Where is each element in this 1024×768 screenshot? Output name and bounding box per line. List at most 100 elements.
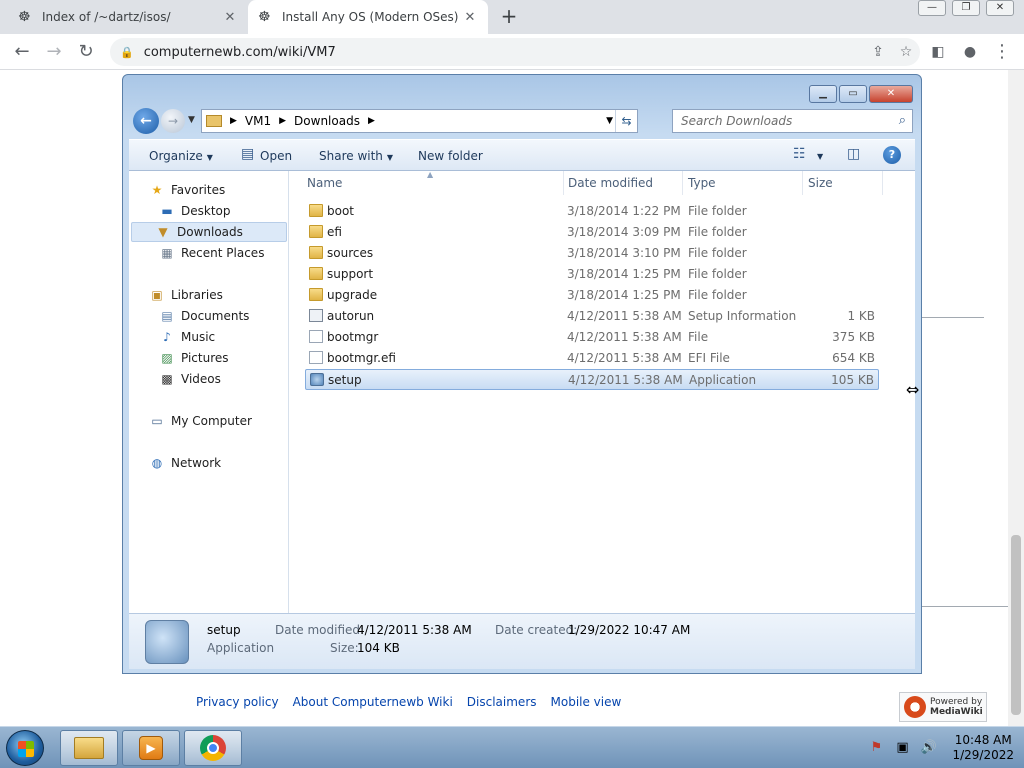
back-button[interactable]: ← bbox=[133, 108, 159, 134]
minimize-button[interactable]: — bbox=[918, 0, 946, 16]
profile-avatar-icon[interactable]: ● bbox=[958, 40, 982, 64]
close-tab-icon[interactable]: ✕ bbox=[222, 10, 238, 25]
reload-icon[interactable]: ↻ bbox=[74, 40, 98, 64]
tab-index-of-isos[interactable]: ☸ Index of /~dartz/isos/ ✕ bbox=[8, 0, 248, 34]
share-icon[interactable]: ⇪ bbox=[864, 44, 892, 60]
nav-videos[interactable]: ▩ Videos bbox=[155, 369, 221, 389]
column-separator[interactable] bbox=[682, 171, 683, 195]
breadcrumb-separator-icon[interactable]: ▶ bbox=[279, 116, 286, 126]
nav-pictures[interactable]: ▨ Pictures bbox=[155, 348, 228, 368]
side-panel-icon[interactable]: ◧ bbox=[926, 40, 950, 64]
bookmark-star-icon[interactable]: ☆ bbox=[892, 44, 920, 60]
file-date: 3/18/2014 3:10 PM bbox=[567, 246, 681, 260]
address-bar[interactable]: 🔒 computernewb.com/wiki/VM7 ⇪ ☆ bbox=[110, 38, 920, 66]
file-date: 3/18/2014 1:25 PM bbox=[567, 288, 681, 302]
breadcrumb-separator-icon[interactable]: ▶ bbox=[368, 116, 375, 126]
nav-documents[interactable]: ▤ Documents bbox=[155, 306, 249, 326]
nav-music[interactable]: ♪ Music bbox=[155, 327, 215, 347]
back-arrow-icon[interactable]: ← bbox=[10, 40, 34, 64]
file-row-autorun[interactable]: autorun 4/12/2011 5:38 AM Setup Informat… bbox=[305, 306, 879, 327]
taskbar: ▶ ⚑ ▣ 🔊 10:48 AM 1/29/2022 bbox=[0, 726, 1024, 768]
mobile-view-link[interactable]: Mobile view bbox=[551, 695, 622, 709]
file-date: 3/18/2014 3:09 PM bbox=[567, 225, 681, 239]
url-text[interactable]: computernewb.com/wiki/VM7 bbox=[144, 45, 864, 60]
maximize-button[interactable]: ▭ bbox=[839, 85, 867, 103]
share-with-button[interactable]: Share with ▼ bbox=[319, 149, 393, 163]
disclaimers-link[interactable]: Disclaimers bbox=[467, 695, 537, 709]
file-row-boot[interactable]: boot 3/18/2014 1:22 PM File folder bbox=[305, 201, 879, 222]
powered-by-text: Powered by bbox=[930, 697, 983, 707]
view-options-dropdown-icon[interactable]: ▼ bbox=[817, 148, 823, 162]
column-separator[interactable] bbox=[563, 171, 564, 195]
about-link[interactable]: About Computernewb Wiki bbox=[293, 695, 453, 709]
nav-network[interactable]: ◍ Network bbox=[145, 453, 221, 473]
media-player-icon: ▶ bbox=[139, 736, 163, 760]
nav-desktop[interactable]: ▬ Desktop bbox=[155, 201, 230, 221]
close-button[interactable]: ✕ bbox=[869, 85, 913, 103]
menu-kebab-icon[interactable]: ⋮ bbox=[990, 40, 1014, 64]
close-button[interactable]: ✕ bbox=[986, 0, 1014, 16]
taskbar-media-player-button[interactable]: ▶ bbox=[122, 730, 180, 766]
change-view-icon[interactable]: ☷ bbox=[793, 146, 806, 162]
page-scrollbar[interactable] bbox=[1008, 70, 1024, 726]
file-row-support[interactable]: support 3/18/2014 1:25 PM File folder bbox=[305, 264, 879, 285]
column-separator[interactable] bbox=[882, 171, 883, 195]
nav-my-computer[interactable]: ▭ My Computer bbox=[145, 411, 252, 431]
action-center-flag-icon[interactable]: ⚑ bbox=[868, 740, 884, 756]
file-row-upgrade[interactable]: upgrade 3/18/2014 1:25 PM File folder bbox=[305, 285, 879, 306]
column-name[interactable]: Name bbox=[307, 176, 342, 190]
organize-button[interactable]: Organize ▼ bbox=[149, 149, 213, 163]
breadcrumb-vm1[interactable]: VM1 bbox=[245, 114, 271, 128]
file-name: upgrade bbox=[327, 288, 378, 302]
folder-icon bbox=[309, 204, 323, 217]
taskbar-explorer-button[interactable] bbox=[60, 730, 118, 766]
column-type[interactable]: Type bbox=[688, 176, 716, 190]
nav-recent-places[interactable]: ▦ Recent Places bbox=[155, 243, 264, 263]
file-row-bootmgr[interactable]: bootmgr 4/12/2011 5:38 AM File 375 KB bbox=[305, 327, 879, 348]
scrollbar-thumb[interactable] bbox=[1011, 535, 1021, 715]
open-button[interactable]: Open bbox=[260, 149, 292, 163]
nav-libraries[interactable]: ▣ Libraries bbox=[145, 285, 223, 305]
help-icon[interactable]: ? bbox=[883, 146, 901, 164]
documents-icon: ▤ bbox=[161, 309, 173, 323]
forward-button[interactable]: → bbox=[161, 109, 185, 133]
column-date-modified[interactable]: Date modified bbox=[568, 176, 653, 190]
volume-icon[interactable]: 🔊 bbox=[920, 740, 936, 756]
privacy-policy-link[interactable]: Privacy policy bbox=[196, 695, 279, 709]
refresh-icon[interactable]: ⇆ bbox=[615, 110, 637, 132]
forward-arrow-icon[interactable]: → bbox=[42, 40, 66, 64]
search-icon[interactable]: ⌕ bbox=[899, 113, 906, 128]
address-dropdown-icon[interactable]: ▼ bbox=[606, 116, 613, 126]
tab-install-any-os[interactable]: ☸ Install Any OS (Modern OSes) x8 ✕ bbox=[248, 0, 488, 34]
new-tab-button[interactable]: + bbox=[498, 6, 520, 28]
breadcrumb-separator-icon[interactable]: ▶ bbox=[230, 116, 237, 126]
maximize-button[interactable]: ❐ bbox=[952, 0, 980, 16]
file-row-setup[interactable]: setup 4/12/2011 5:38 AM Application 105 … bbox=[305, 369, 879, 390]
column-size[interactable]: Size bbox=[808, 176, 833, 190]
network-status-icon[interactable]: ▣ bbox=[894, 740, 910, 756]
recent-pages-dropdown-icon[interactable]: ▼ bbox=[188, 115, 195, 125]
file-row-efi[interactable]: efi 3/18/2014 3:09 PM File folder bbox=[305, 222, 879, 243]
nav-downloads[interactable]: ▼ Downloads bbox=[131, 222, 287, 242]
tab-title: Index of /~dartz/isos/ bbox=[42, 10, 171, 24]
file-name: sources bbox=[327, 246, 374, 260]
preview-pane-icon[interactable]: ◫ bbox=[847, 146, 860, 162]
taskbar-chrome-button[interactable] bbox=[184, 730, 242, 766]
close-tab-icon[interactable]: ✕ bbox=[462, 10, 478, 25]
explorer-address-bar[interactable]: ▶ VM1 ▶ Downloads ▶ ▼ ⇆ bbox=[201, 109, 638, 133]
breadcrumb-downloads[interactable]: Downloads bbox=[294, 114, 360, 128]
setup-application-icon bbox=[145, 620, 189, 664]
desktop-icon: ▬ bbox=[161, 204, 173, 218]
nav-favorites[interactable]: ★ Favorites bbox=[145, 180, 226, 200]
column-separator[interactable] bbox=[802, 171, 803, 195]
powered-by-mediawiki-badge[interactable]: Powered by MediaWiki bbox=[899, 692, 987, 722]
file-row-bootmgr-efi[interactable]: bootmgr.efi 4/12/2011 5:38 AM EFI File 6… bbox=[305, 348, 879, 369]
nav-label: Downloads bbox=[177, 225, 243, 239]
minimize-button[interactable]: ▁ bbox=[809, 85, 837, 103]
clock[interactable]: 10:48 AM 1/29/2022 bbox=[952, 733, 1014, 763]
new-folder-button[interactable]: New folder bbox=[418, 149, 483, 163]
file-row-sources[interactable]: sources 3/18/2014 3:10 PM File folder bbox=[305, 243, 879, 264]
file-size: 105 KB bbox=[831, 373, 874, 387]
search-input[interactable]: Search Downloads ⌕ bbox=[672, 109, 913, 133]
start-button[interactable] bbox=[6, 730, 44, 766]
